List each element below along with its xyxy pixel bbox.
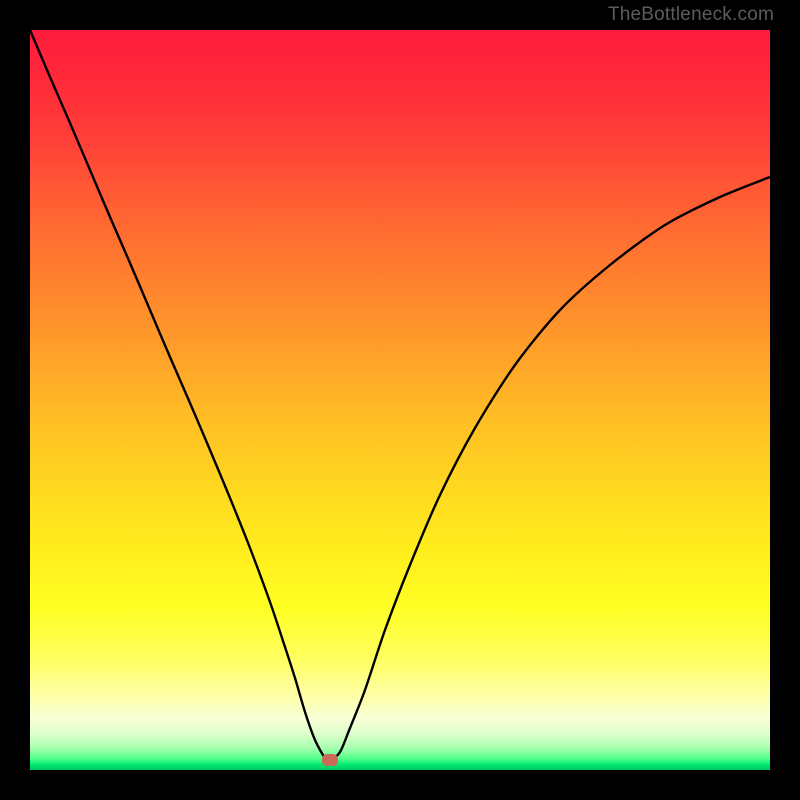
- attribution-text: TheBottleneck.com: [608, 4, 774, 26]
- bottleneck-curve: [30, 30, 770, 760]
- minimum-marker: [322, 754, 338, 766]
- chart-frame: [30, 30, 770, 770]
- curve-svg: [30, 30, 770, 770]
